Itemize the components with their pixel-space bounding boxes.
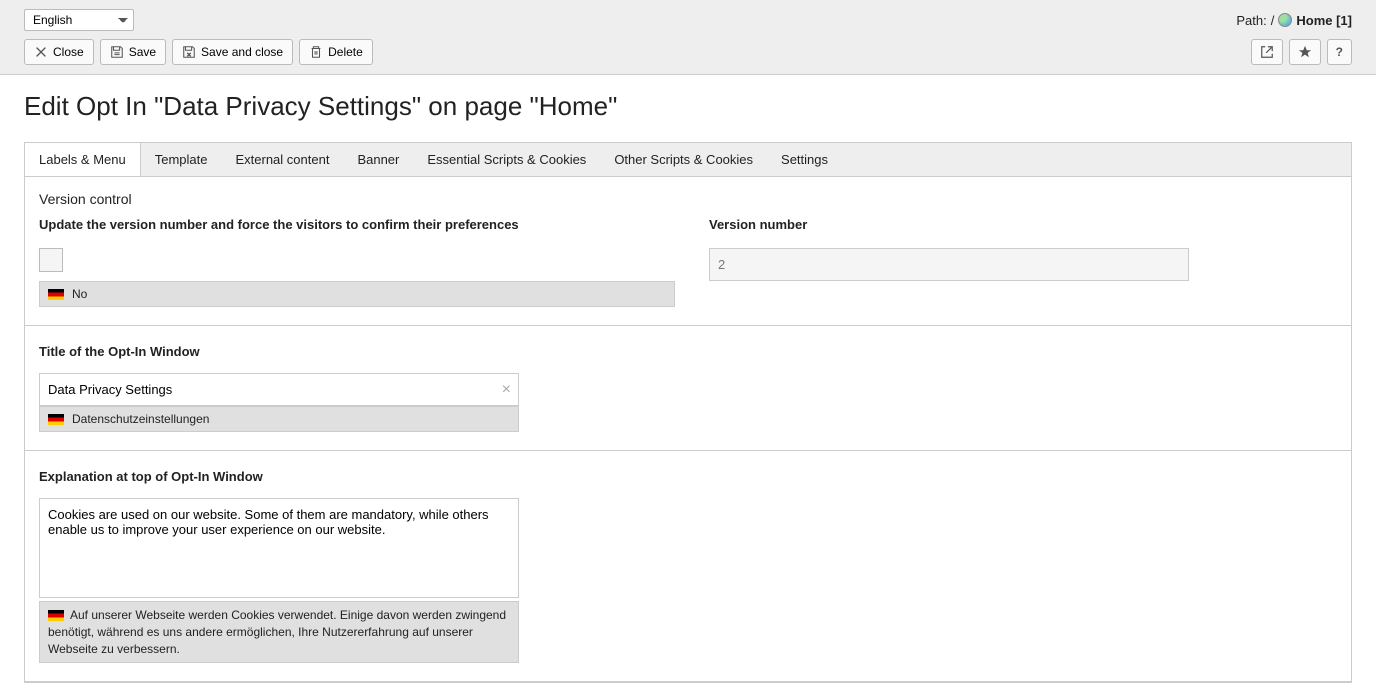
- flag-de-icon: [48, 289, 64, 300]
- path-home[interactable]: Home [1]: [1296, 13, 1352, 28]
- clear-icon[interactable]: ×: [502, 381, 511, 399]
- section-version-control: Version control: [39, 191, 1337, 207]
- save-icon: [110, 45, 124, 59]
- tab-settings[interactable]: Settings: [767, 143, 842, 176]
- tab-other-scripts[interactable]: Other Scripts & Cookies: [600, 143, 767, 176]
- flag-de-icon: [48, 610, 64, 621]
- title-input[interactable]: [39, 373, 519, 406]
- close-icon: [34, 45, 48, 59]
- tab-labels-menu[interactable]: Labels & Menu: [25, 143, 141, 176]
- save-button[interactable]: Save: [100, 39, 166, 65]
- external-link-button[interactable]: [1251, 39, 1283, 65]
- save-close-label: Save and close: [201, 45, 283, 59]
- save-close-icon: [182, 45, 196, 59]
- help-icon: ?: [1336, 45, 1343, 59]
- save-close-button[interactable]: Save and close: [172, 39, 293, 65]
- delete-button[interactable]: Delete: [299, 39, 373, 65]
- tab-banner[interactable]: Banner: [343, 143, 413, 176]
- update-version-translation: No: [39, 281, 675, 307]
- translation-text: Datenschutzeinstellungen: [72, 412, 209, 426]
- tab-template[interactable]: Template: [141, 143, 222, 176]
- star-button[interactable]: [1289, 39, 1321, 65]
- close-label: Close: [53, 45, 84, 59]
- version-number-label: Version number: [709, 217, 1189, 232]
- help-button[interactable]: ?: [1327, 39, 1352, 65]
- title-field-label: Title of the Opt-In Window: [39, 344, 1337, 359]
- external-link-icon: [1260, 45, 1274, 59]
- page-title: Edit Opt In "Data Privacy Settings" on p…: [24, 91, 1352, 122]
- flag-de-icon: [48, 414, 64, 425]
- translation-text: Auf unserer Webseite werden Cookies verw…: [48, 608, 506, 656]
- tab-essential-scripts[interactable]: Essential Scripts & Cookies: [413, 143, 600, 176]
- explanation-textarea[interactable]: [39, 498, 519, 598]
- delete-label: Delete: [328, 45, 363, 59]
- close-button[interactable]: Close: [24, 39, 94, 65]
- translation-text: No: [72, 287, 87, 301]
- path-label: Path:: [1236, 13, 1266, 28]
- update-version-label: Update the version number and force the …: [39, 217, 679, 232]
- explanation-translation: Auf unserer Webseite werden Cookies verw…: [39, 601, 519, 663]
- language-select[interactable]: English: [24, 9, 134, 31]
- trash-icon: [309, 45, 323, 59]
- globe-icon: [1278, 13, 1292, 27]
- tab-external-content[interactable]: External content: [221, 143, 343, 176]
- path-separator: /: [1271, 13, 1275, 28]
- title-translation: Datenschutzeinstellungen: [39, 406, 519, 432]
- breadcrumb: Path: / Home [1]: [1236, 13, 1352, 28]
- save-label: Save: [129, 45, 156, 59]
- explanation-field-label: Explanation at top of Opt-In Window: [39, 469, 1337, 484]
- update-version-checkbox[interactable]: [39, 248, 63, 272]
- version-number-input[interactable]: [709, 248, 1189, 281]
- star-icon: [1298, 45, 1312, 59]
